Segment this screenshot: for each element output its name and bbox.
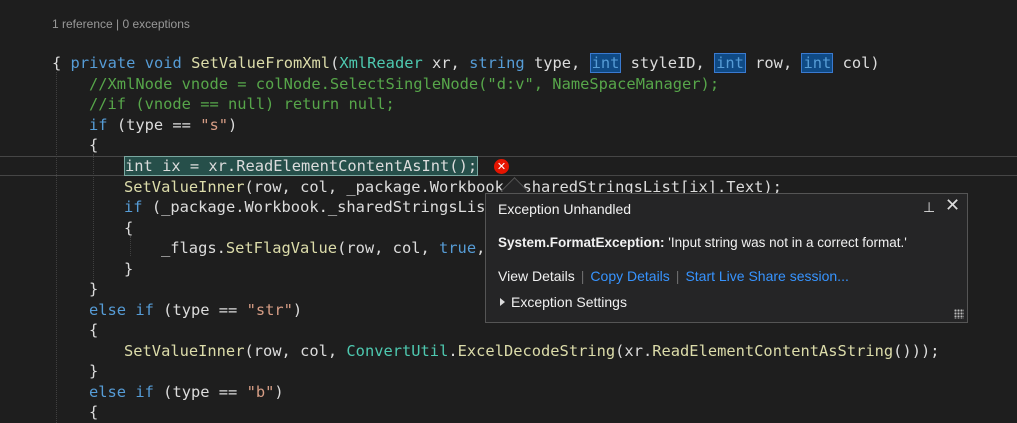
- code-line[interactable]: {: [89, 135, 98, 156]
- code-line[interactable]: if (_package.Workbook._sharedStringsLis: [124, 197, 485, 218]
- indent-guide: [130, 236, 132, 256]
- code-line[interactable]: }: [89, 361, 98, 382]
- exception-popup: Exception Unhandled ⊥ ✕ System.FormatExc…: [485, 193, 968, 323]
- codelens-info[interactable]: 1 reference | 0 exceptions: [52, 17, 190, 31]
- code-line[interactable]: else if (type == "str"): [89, 300, 302, 321]
- code-line[interactable]: {: [89, 402, 98, 423]
- code-line-signature[interactable]: private void SetValueFromXml(XmlReader x…: [52, 32, 880, 73]
- error-x-icon[interactable]: ✕: [494, 159, 509, 174]
- live-share-link[interactable]: Start Live Share session...: [685, 268, 848, 284]
- expand-triangle-icon: [500, 298, 505, 306]
- highlighted-keyword: int: [589, 52, 622, 73]
- close-icon[interactable]: ✕: [945, 196, 961, 214]
- highlighted-keyword: int: [714, 52, 746, 73]
- popup-title: Exception Unhandled: [498, 201, 632, 217]
- code-line[interactable]: if (type == "s"): [89, 115, 237, 136]
- code-line[interactable]: {: [124, 218, 133, 239]
- code-line[interactable]: }: [124, 259, 133, 280]
- resize-grip-icon[interactable]: [954, 309, 964, 319]
- pin-icon[interactable]: ⊥: [923, 199, 937, 215]
- exception-text: 'Input string was not in a correct forma…: [664, 235, 907, 250]
- selected-statement: int ix = xr.ReadElementContentAsInt();: [124, 156, 479, 176]
- code-line-current[interactable]: int ix = xr.ReadElementContentAsInt();: [124, 156, 479, 177]
- view-details-link[interactable]: View Details: [498, 268, 575, 284]
- copy-details-link[interactable]: Copy Details: [590, 268, 669, 284]
- indent-guide: [56, 72, 58, 423]
- code-line[interactable]: }: [89, 279, 98, 300]
- code-line[interactable]: _flags.SetFlagValue(row, col, true,: [161, 238, 485, 259]
- code-line[interactable]: {: [89, 320, 98, 341]
- exception-message: System.FormatException: 'Input string wa…: [498, 235, 907, 250]
- exception-type: System.FormatException:: [498, 235, 665, 250]
- exception-settings-label: Exception Settings: [511, 294, 627, 310]
- highlighted-keyword: int: [801, 52, 834, 73]
- code-line[interactable]: else if (type == "b"): [89, 382, 284, 403]
- code-line-comment[interactable]: //if (vnode == null) return null;: [89, 94, 395, 115]
- code-line[interactable]: SetValueInner(row, col, ConvertUtil.Exce…: [124, 341, 940, 362]
- popup-links: View Details | Copy Details | Start Live Sha…: [498, 268, 849, 284]
- code-line-comment[interactable]: //XmlNode vnode = colNode.SelectSingleNo…: [89, 74, 719, 95]
- link-separator: |: [675, 268, 680, 284]
- link-separator: |: [580, 268, 585, 284]
- code-line[interactable]: {: [52, 53, 61, 74]
- exception-settings-expander[interactable]: Exception Settings: [500, 294, 627, 310]
